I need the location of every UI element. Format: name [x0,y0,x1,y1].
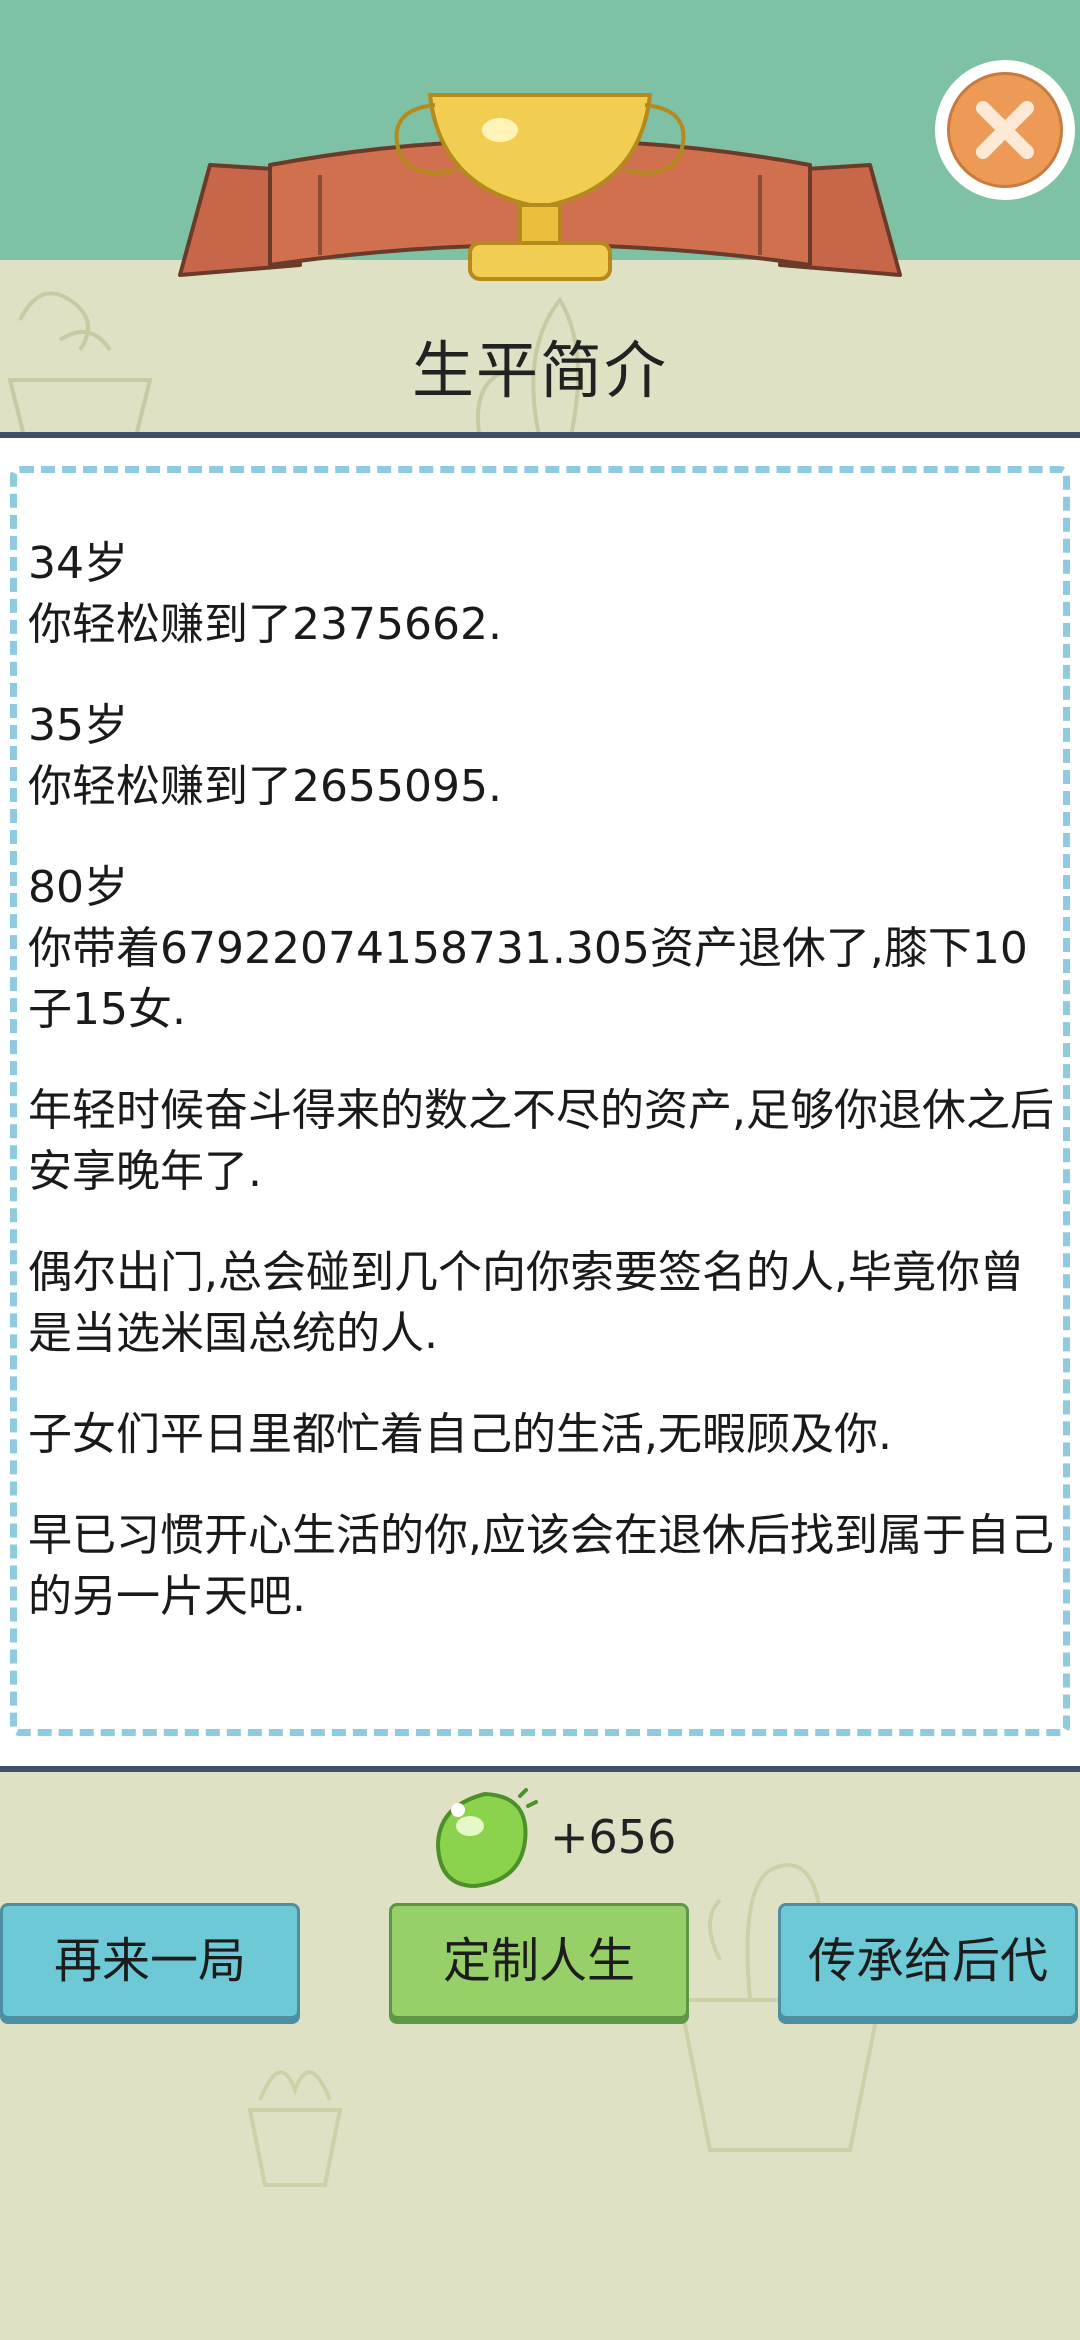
reward-display: +656 [430,1786,690,1896]
life-summary-card: 34岁 你轻松赚到了2375662. 35岁 你轻松赚到了2655095. 80… [0,432,1080,1772]
life-story-text: 34岁 你轻松赚到了2375662. 35岁 你轻松赚到了2655095. 80… [28,533,1058,1627]
plant-decoration-bottom-left [247,2070,343,2187]
story-paragraph: 偶尔出门,总会碰到几个向你索要签名的人,毕竟你曾是当选米国总统的人. [28,1247,1024,1359]
story-paragraph: 80岁 你带着67922074158731.305资产退休了,膝下10子15女. [28,862,1028,1035]
reward-amount: +656 [550,1810,677,1864]
restart-button[interactable]: 再来一局 [0,1903,300,2019]
inherit-to-descendants-button[interactable]: 传承给后代 [778,1903,1078,2019]
story-paragraph: 35岁 你轻松赚到了2655095. [28,700,502,812]
story-paragraph: 年轻时候奋斗得来的数之不尽的资产,足够你退休之后安享晚年了. [28,1085,1054,1197]
story-paragraph: 子女们平日里都忙着自己的生活,无暇顾及你. [28,1409,892,1460]
close-button[interactable] [935,60,1075,200]
story-paragraph: 早已习惯开心生活的你,应该会在退休后找到属于自己的另一片天吧. [28,1510,1054,1622]
page-title: 生平简介 [411,334,668,407]
green-gem-icon [435,1788,538,1889]
story-paragraph: 34岁 你轻松赚到了2375662. [28,538,502,650]
trophy-banner-icon [178,93,902,281]
customize-life-button[interactable]: 定制人生 [389,1903,689,2019]
close-icon [976,101,1034,159]
